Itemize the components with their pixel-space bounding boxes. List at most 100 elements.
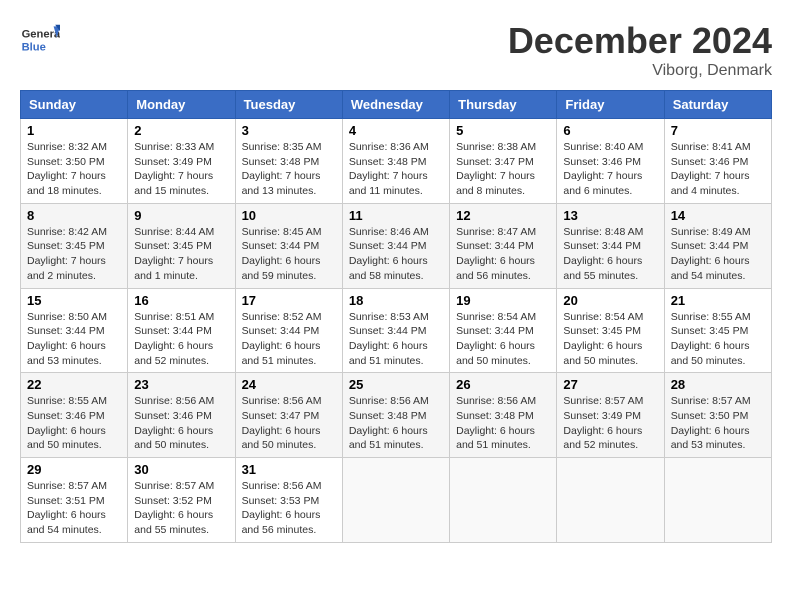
week-row-1: 1 Sunrise: 8:32 AM Sunset: 3:50 PM Daylig… — [21, 119, 772, 204]
calendar-cell: 26 Sunrise: 8:56 AM Sunset: 3:48 PM Dayli… — [450, 373, 557, 458]
day-detail: Sunrise: 8:49 AM Sunset: 3:44 PM Dayligh… — [671, 225, 765, 284]
calendar-cell: 21 Sunrise: 8:55 AM Sunset: 3:45 PM Dayli… — [664, 288, 771, 373]
calendar-cell: 31 Sunrise: 8:56 AM Sunset: 3:53 PM Dayli… — [235, 458, 342, 543]
calendar-cell — [342, 458, 449, 543]
day-detail: Sunrise: 8:33 AM Sunset: 3:49 PM Dayligh… — [134, 140, 228, 199]
page-header: General Blue December 2024 Viborg, Denma… — [20, 20, 772, 80]
week-row-4: 22 Sunrise: 8:55 AM Sunset: 3:46 PM Dayli… — [21, 373, 772, 458]
weekday-header-monday: Monday — [128, 91, 235, 119]
calendar-cell: 11 Sunrise: 8:46 AM Sunset: 3:44 PM Dayli… — [342, 203, 449, 288]
day-detail: Sunrise: 8:42 AM Sunset: 3:45 PM Dayligh… — [27, 225, 121, 284]
day-detail: Sunrise: 8:56 AM Sunset: 3:48 PM Dayligh… — [456, 394, 550, 453]
calendar-cell: 6Sunrise: 8:40 AM Sunset: 3:46 PM Daylig… — [557, 119, 664, 204]
weekday-header-saturday: Saturday — [664, 91, 771, 119]
day-detail: Sunrise: 8:53 AM Sunset: 3:44 PM Dayligh… — [349, 310, 443, 369]
day-detail: Sunrise: 8:51 AM Sunset: 3:44 PM Dayligh… — [134, 310, 228, 369]
week-row-3: 15 Sunrise: 8:50 AM Sunset: 3:44 PM Dayli… — [21, 288, 772, 373]
day-detail: Sunrise: 8:55 AM Sunset: 3:45 PM Dayligh… — [671, 310, 765, 369]
svg-text:General: General — [22, 29, 60, 41]
day-detail: Sunrise: 8:32 AM Sunset: 3:50 PM Dayligh… — [27, 140, 121, 199]
calendar-cell: 30 Sunrise: 8:57 AM Sunset: 3:52 PM Dayli… — [128, 458, 235, 543]
day-detail: Sunrise: 8:46 AM Sunset: 3:44 PM Dayligh… — [349, 225, 443, 284]
calendar-cell: 14Sunrise: 8:49 AM Sunset: 3:44 PM Dayli… — [664, 203, 771, 288]
day-detail: Sunrise: 8:44 AM Sunset: 3:45 PM Dayligh… — [134, 225, 228, 284]
calendar-cell: 19 Sunrise: 8:54 AM Sunset: 3:44 PM Dayli… — [450, 288, 557, 373]
title-area: December 2024 Viborg, Denmark — [508, 20, 772, 80]
calendar-cell: 5Sunrise: 8:38 AM Sunset: 3:47 PM Daylig… — [450, 119, 557, 204]
day-detail: Sunrise: 8:56 AM Sunset: 3:46 PM Dayligh… — [134, 394, 228, 453]
calendar-cell: 10 Sunrise: 8:45 AM Sunset: 3:44 PM Dayli… — [235, 203, 342, 288]
week-row-5: 29 Sunrise: 8:57 AM Sunset: 3:51 PM Dayli… — [21, 458, 772, 543]
day-detail: Sunrise: 8:41 AM Sunset: 3:46 PM Dayligh… — [671, 140, 765, 199]
calendar-cell: 28 Sunrise: 8:57 AM Sunset: 3:50 PM Dayli… — [664, 373, 771, 458]
calendar-cell: 7Sunrise: 8:41 AM Sunset: 3:46 PM Daylig… — [664, 119, 771, 204]
calendar-cell — [557, 458, 664, 543]
day-detail: Sunrise: 8:36 AM Sunset: 3:48 PM Dayligh… — [349, 140, 443, 199]
weekday-header-thursday: Thursday — [450, 91, 557, 119]
day-number: 16 — [134, 293, 228, 308]
day-number: 17 — [242, 293, 336, 308]
day-number: 18 — [349, 293, 443, 308]
day-detail: Sunrise: 8:38 AM Sunset: 3:47 PM Dayligh… — [456, 140, 550, 199]
day-number: 29 — [27, 462, 121, 477]
day-detail: Sunrise: 8:54 AM Sunset: 3:44 PM Dayligh… — [456, 310, 550, 369]
day-number: 26 — [456, 377, 550, 392]
calendar-cell: 2 Sunrise: 8:33 AM Sunset: 3:49 PM Daylig… — [128, 119, 235, 204]
calendar-cell: 1 Sunrise: 8:32 AM Sunset: 3:50 PM Daylig… — [21, 119, 128, 204]
day-number: 8 — [27, 208, 121, 223]
day-detail: Sunrise: 8:55 AM Sunset: 3:46 PM Dayligh… — [27, 394, 121, 453]
day-number: 19 — [456, 293, 550, 308]
day-number: 15 — [27, 293, 121, 308]
calendar-cell — [450, 458, 557, 543]
calendar-cell: 18 Sunrise: 8:53 AM Sunset: 3:44 PM Dayli… — [342, 288, 449, 373]
day-detail: Sunrise: 8:45 AM Sunset: 3:44 PM Dayligh… — [242, 225, 336, 284]
weekday-header-tuesday: Tuesday — [235, 91, 342, 119]
calendar-cell: 23 Sunrise: 8:56 AM Sunset: 3:46 PM Dayli… — [128, 373, 235, 458]
location: Viborg, Denmark — [508, 62, 772, 80]
weekday-header-wednesday: Wednesday — [342, 91, 449, 119]
day-number: 22 — [27, 377, 121, 392]
day-number: 30 — [134, 462, 228, 477]
week-row-2: 8 Sunrise: 8:42 AM Sunset: 3:45 PM Daylig… — [21, 203, 772, 288]
day-number: 20 — [563, 293, 657, 308]
day-detail: Sunrise: 8:57 AM Sunset: 3:50 PM Dayligh… — [671, 394, 765, 453]
calendar-cell: 22 Sunrise: 8:55 AM Sunset: 3:46 PM Dayli… — [21, 373, 128, 458]
day-detail: Sunrise: 8:56 AM Sunset: 3:47 PM Dayligh… — [242, 394, 336, 453]
day-number: 25 — [349, 377, 443, 392]
day-detail: Sunrise: 8:57 AM Sunset: 3:52 PM Dayligh… — [134, 479, 228, 538]
day-number: 24 — [242, 377, 336, 392]
day-number: 11 — [349, 208, 443, 223]
calendar-cell: 20 Sunrise: 8:54 AM Sunset: 3:45 PM Dayli… — [557, 288, 664, 373]
day-detail: Sunrise: 8:52 AM Sunset: 3:44 PM Dayligh… — [242, 310, 336, 369]
weekday-header-sunday: Sunday — [21, 91, 128, 119]
day-detail: Sunrise: 8:57 AM Sunset: 3:51 PM Dayligh… — [27, 479, 121, 538]
day-detail: Sunrise: 8:48 AM Sunset: 3:44 PM Dayligh… — [563, 225, 657, 284]
day-detail: Sunrise: 8:54 AM Sunset: 3:45 PM Dayligh… — [563, 310, 657, 369]
day-number: 9 — [134, 208, 228, 223]
calendar-cell: 25 Sunrise: 8:56 AM Sunset: 3:48 PM Dayli… — [342, 373, 449, 458]
day-number: 21 — [671, 293, 765, 308]
calendar-cell: 13Sunrise: 8:48 AM Sunset: 3:44 PM Dayli… — [557, 203, 664, 288]
day-number: 1 — [27, 123, 121, 138]
day-number: 23 — [134, 377, 228, 392]
day-number: 31 — [242, 462, 336, 477]
logo: General Blue — [20, 20, 60, 60]
calendar-cell: 27 Sunrise: 8:57 AM Sunset: 3:49 PM Dayli… — [557, 373, 664, 458]
day-number: 27 — [563, 377, 657, 392]
day-detail: Sunrise: 8:56 AM Sunset: 3:48 PM Dayligh… — [349, 394, 443, 453]
svg-text:Blue: Blue — [22, 41, 46, 53]
day-number: 28 — [671, 377, 765, 392]
day-number: 10 — [242, 208, 336, 223]
calendar-cell: 16 Sunrise: 8:51 AM Sunset: 3:44 PM Dayli… — [128, 288, 235, 373]
day-detail: Sunrise: 8:57 AM Sunset: 3:49 PM Dayligh… — [563, 394, 657, 453]
calendar-cell: 9 Sunrise: 8:44 AM Sunset: 3:45 PM Daylig… — [128, 203, 235, 288]
calendar-cell: 29 Sunrise: 8:57 AM Sunset: 3:51 PM Dayli… — [21, 458, 128, 543]
calendar-table: SundayMondayTuesdayWednesdayThursdayFrid… — [20, 90, 772, 543]
calendar-cell: 12Sunrise: 8:47 AM Sunset: 3:44 PM Dayli… — [450, 203, 557, 288]
calendar-cell: 17 Sunrise: 8:52 AM Sunset: 3:44 PM Dayli… — [235, 288, 342, 373]
day-detail: Sunrise: 8:56 AM Sunset: 3:53 PM Dayligh… — [242, 479, 336, 538]
day-detail: Sunrise: 8:50 AM Sunset: 3:44 PM Dayligh… — [27, 310, 121, 369]
day-number: 2 — [134, 123, 228, 138]
calendar-cell: 8 Sunrise: 8:42 AM Sunset: 3:45 PM Daylig… — [21, 203, 128, 288]
calendar-cell: 24 Sunrise: 8:56 AM Sunset: 3:47 PM Dayli… — [235, 373, 342, 458]
